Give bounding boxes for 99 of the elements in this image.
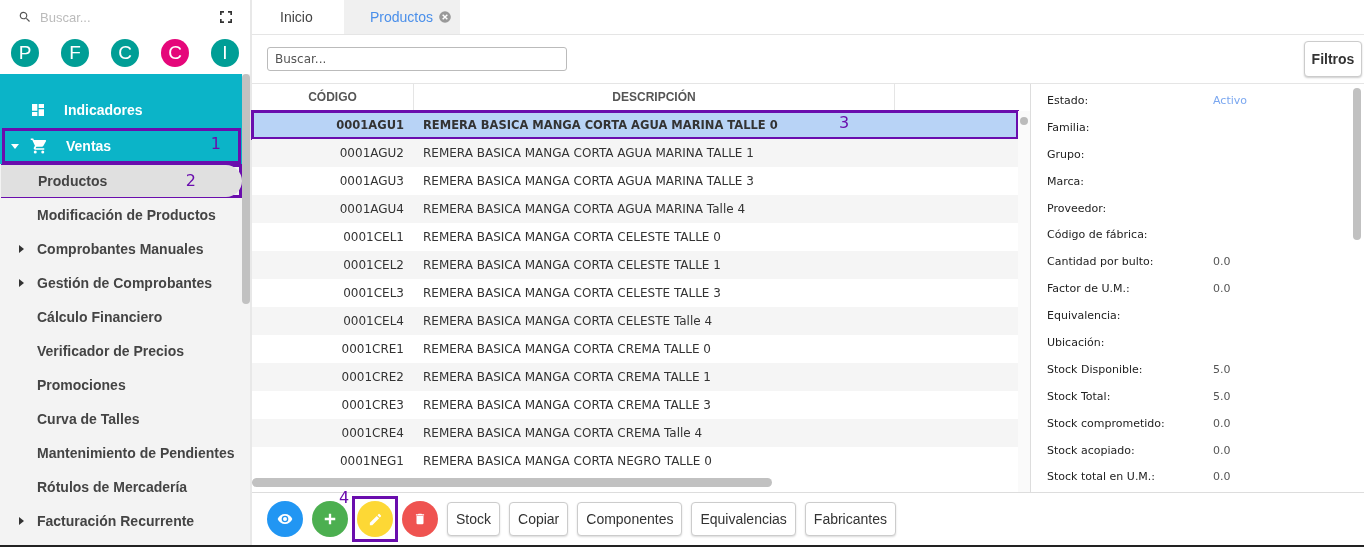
menu-item[interactable]: Mantenimiento de Pendientes — [0, 437, 242, 469]
table-row[interactable]: 0001CRE2 REMERA BASICA MANGA CORTA CREMA TALLE 1 — [252, 363, 1018, 391]
tab[interactable]: Inicio — [252, 0, 344, 34]
filters-button[interactable]: Filtros — [1304, 41, 1362, 77]
trash-icon — [413, 512, 427, 526]
table-cell-text: 0001AGU2 — [338, 145, 405, 162]
field-value: 0.0 — [1213, 282, 1231, 296]
table-cell-text: 0001AGU3 — [338, 173, 405, 190]
field-value: 0.0 — [1213, 443, 1231, 457]
table-cell-text: 0001CEL4 — [342, 313, 405, 330]
table-cell-text: 0001CEL2 — [342, 257, 405, 274]
caret-icon — [18, 244, 26, 254]
pencil-icon — [367, 511, 383, 527]
toolbar-button[interactable]: Stock — [447, 502, 500, 536]
table-cell-text: 0001AGU4 — [338, 201, 405, 218]
eye-icon — [277, 511, 293, 527]
close-icon[interactable] — [438, 10, 453, 24]
menu-item[interactable]: Rótulos de Mercadería — [0, 471, 242, 503]
caret-icon — [10, 141, 20, 151]
table-cell: REMERA BASICA MANGA CORTA CREMA Talle 4 — [423, 426, 703, 440]
add-button[interactable] — [312, 501, 348, 537]
module-item[interactable]: Ventas 1 — [2, 128, 241, 164]
field-label: Stock total en U.M.: — [1047, 470, 1157, 484]
field-label: Equivalencia: — [1047, 309, 1122, 323]
field-label: Marca: — [1047, 174, 1085, 188]
menu-item[interactable]: Gestión de Comprobantes — [0, 267, 242, 299]
field-label: Stock acopiado: — [1047, 443, 1136, 457]
table-row[interactable]: 0001AGU4 REMERA BASICA MANGA CORTA AGUA MARINA Talle 4 — [252, 195, 1018, 223]
menu-item[interactable]: Modificación de Productos — [0, 199, 242, 231]
search-field[interactable]: Buscar... — [40, 9, 210, 25]
table-cell: REMERA BASICA MANGA CORTA NEGRO TALLE 0 — [423, 454, 712, 468]
toolbar-button[interactable]: Fabricantes — [804, 502, 896, 536]
table-row[interactable]: 0001AGU1 REMERA BASICA MANGA CORTA AGUA MARINA TALLE 0 3 — [252, 111, 1018, 139]
search-icon — [18, 10, 32, 24]
table-cell: REMERA BASICA MANGA CORTA CREMA TALLE 0 — [423, 342, 711, 356]
edit-button[interactable] — [357, 501, 393, 537]
table-cell: REMERA BASICA MANGA CORTA CELESTE TALLE 0 — [423, 230, 721, 244]
field-value: 0.0 — [1213, 255, 1231, 269]
table-cell-text: 0001AGU1 — [335, 117, 405, 134]
field-label: Proveedor: — [1047, 201, 1108, 215]
table-cell: REMERA BASICA MANGA CORTA AGUA MARINA TALLE 3 — [423, 174, 754, 188]
callout-number: 3 — [839, 113, 850, 132]
table-row[interactable]: 0001CRE4 REMERA BASICA MANGA CORTA CREMA Talle 4 — [252, 419, 1018, 447]
table-cell-text: 0001CEL3 — [342, 285, 405, 302]
status-value: Activo — [1213, 93, 1247, 107]
menu-item[interactable]: Promociones — [0, 369, 242, 401]
field-value: 5.0 — [1213, 389, 1231, 403]
field-label: Ubicación: — [1047, 335, 1106, 349]
field-label: Stock Disponible: — [1047, 362, 1144, 376]
field-label: Estado: — [1047, 93, 1090, 107]
table-cell-text: 0001CRE3 — [340, 397, 405, 414]
table-cell-text: 0001CRE4 — [340, 425, 405, 442]
field-label: Factor de U.M.: — [1047, 282, 1131, 296]
menu-item[interactable]: Curva de Talles — [0, 403, 242, 435]
cart-icon — [30, 137, 48, 155]
field-value: 0.0 — [1213, 470, 1231, 484]
delete-button[interactable] — [402, 501, 438, 537]
table-row[interactable]: 0001CEL2 REMERA BASICA MANGA CORTA CELESTE TALLE 1 — [252, 251, 1018, 279]
table-cell: REMERA BASICA MANGA CORTA CELESTE Talle 4 — [423, 314, 713, 328]
table-row[interactable]: 0001AGU2 REMERA BASICA MANGA CORTA AGUA MARINA TALLE 1 — [252, 139, 1018, 167]
dashboard-icon — [30, 102, 46, 118]
callout-number: 4 — [339, 488, 350, 507]
table-cell-text: 0001CEL1 — [342, 229, 405, 246]
table-cell-text: 0001CRE1 — [340, 341, 405, 358]
table-cell: REMERA BASICA MANGA CORTA AGUA MARINA Talle 4 — [423, 202, 746, 216]
field-label: Grupo: — [1047, 147, 1086, 161]
search-field[interactable]: Buscar... — [267, 47, 567, 71]
toolbar-button[interactable]: Equivalencias — [691, 502, 796, 536]
field-label: Stock comprometido: — [1047, 416, 1166, 430]
field-label: Código de fábrica: — [1047, 228, 1149, 242]
menu-item[interactable]: Comprobantes Manuales — [0, 233, 242, 265]
app-avatar[interactable]: C — [161, 39, 189, 67]
field-value: 5.0 — [1213, 362, 1231, 376]
table-cell: REMERA BASICA MANGA CORTA CELESTE TALLE 1 — [423, 258, 721, 272]
view-button[interactable] — [267, 501, 303, 537]
fullscreen-icon[interactable] — [218, 9, 234, 25]
callout-number: 1 — [210, 134, 221, 153]
menu-item[interactable]: Facturación Recurrente — [0, 505, 242, 537]
toolbar-button[interactable]: Componentes — [577, 502, 683, 536]
toolbar-button[interactable]: Copiar — [509, 502, 569, 536]
field-value: 0.0 — [1213, 416, 1231, 430]
table-cell: REMERA BASICA MANGA CORTA CREMA TALLE 1 — [423, 370, 711, 384]
table-cell: REMERA BASICA MANGA CORTA AGUA MARINA TALLE 0 — [423, 118, 778, 132]
plus-icon — [323, 512, 337, 526]
table-cell-text: 0001CRE2 — [340, 369, 405, 386]
caret-icon — [18, 516, 26, 526]
table-cell: REMERA BASICA MANGA CORTA CELESTE TALLE 3 — [423, 286, 721, 300]
scrollbar[interactable] — [1018, 111, 1030, 492]
menu-item[interactable]: Verificador de Precios — [0, 335, 242, 367]
table-cell-text: 0001NEG1 — [338, 453, 405, 470]
table-cell: REMERA BASICA MANGA CORTA AGUA MARINA TALLE 1 — [423, 146, 754, 160]
table-cell: REMERA BASICA MANGA CORTA CREMA TALLE 3 — [423, 398, 711, 412]
field-label: Stock Total: — [1047, 389, 1112, 403]
callout-number: 2 — [185, 171, 196, 190]
table-row[interactable]: 0001CEL4 REMERA BASICA MANGA CORTA CELESTE Talle 4 — [252, 307, 1018, 335]
field-label: Cantidad por bulto: — [1047, 255, 1155, 269]
menu-item[interactable]: Cálculo Financiero — [0, 301, 242, 333]
field-label: Familia: — [1047, 120, 1091, 134]
caret-icon — [18, 278, 26, 288]
